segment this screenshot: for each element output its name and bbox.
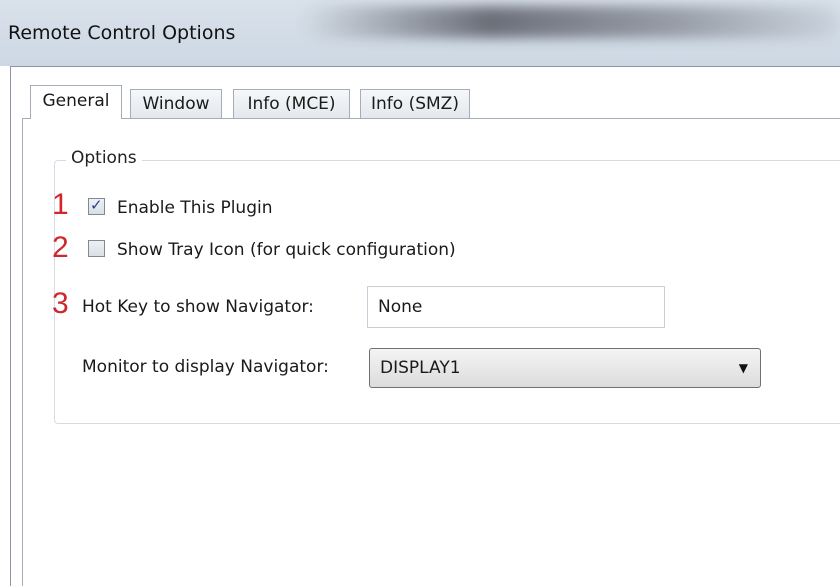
dropdown-arrow-icon[interactable]: ▼ [739, 349, 748, 387]
title-bar-glass-reflection [300, 6, 840, 38]
show-tray-icon-checkbox[interactable] [88, 240, 105, 257]
title-bar: Remote Control Options [0, 0, 840, 66]
hot-key-label: Hot Key to show Navigator: [82, 297, 314, 317]
tab-window[interactable]: Window [130, 89, 222, 118]
window-title: Remote Control Options [8, 22, 236, 44]
enable-plugin-checkbox[interactable]: ✓ [88, 196, 105, 215]
monitor-label: Monitor to display Navigator: [82, 357, 329, 377]
tab-general[interactable]: General [30, 85, 122, 119]
monitor-select[interactable]: DISPLAY1 ▼ [369, 348, 761, 388]
tab-info-smz[interactable]: Info (SMZ) [360, 89, 470, 118]
hot-key-input[interactable]: None [367, 286, 665, 328]
annotation-number-2: 2 [52, 231, 69, 264]
checkmark-icon: ✓ [90, 196, 103, 214]
show-tray-icon-label[interactable]: Show Tray Icon (for quick configuration) [117, 240, 456, 260]
options-group-label: Options [66, 148, 142, 168]
tab-info-mce[interactable]: Info (MCE) [233, 89, 350, 118]
annotation-number-3: 3 [52, 287, 69, 320]
enable-plugin-label[interactable]: Enable This Plugin [117, 198, 273, 218]
annotation-number-1: 1 [52, 188, 69, 221]
monitor-select-value: DISPLAY1 [380, 358, 461, 378]
